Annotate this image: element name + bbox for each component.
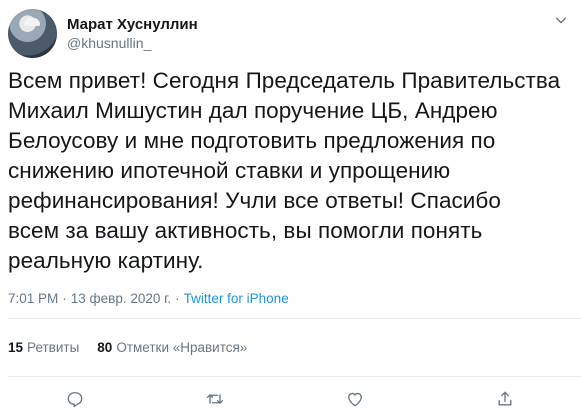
- retweets-count: 15: [8, 340, 24, 355]
- retweet-button[interactable]: [200, 384, 230, 414]
- divider: [8, 376, 581, 377]
- retweet-icon: [206, 394, 224, 404]
- avatar[interactable]: [8, 8, 57, 58]
- retweets-stat[interactable]: 15 Ретвиты: [8, 339, 79, 357]
- chevron-down-icon[interactable]: [553, 12, 569, 28]
- divider: [8, 318, 581, 319]
- likes-stat[interactable]: 80 Отметки «Нравится»: [97, 339, 247, 357]
- tweet-text: Всем привет! Сегодня Председатель Правит…: [8, 68, 561, 273]
- tweet-actions: [0, 384, 581, 414]
- author-handle[interactable]: @khusnullin_: [67, 34, 198, 52]
- author-display-name[interactable]: Марат Хуснуллин: [67, 15, 198, 34]
- share-button[interactable]: [490, 384, 520, 414]
- tweet-date[interactable]: 13 февр. 2020 г.: [71, 291, 171, 306]
- meta-separator: ·: [175, 291, 180, 306]
- tweet-source-link[interactable]: Twitter for iPhone: [184, 291, 289, 306]
- tweet-meta: 7:01 PM · 13 февр. 2020 г. · Twitter for iPh…: [8, 290, 289, 308]
- tweet-card: Марат Хуснуллин @khusnullin_ Всем привет…: [0, 0, 581, 419]
- tweet-header: Марат Хуснуллин @khusnullin_: [8, 8, 198, 58]
- likes-count: 80: [97, 340, 113, 355]
- tweet-stats: 15 Ретвиты 80 Отметки «Нравится»: [8, 339, 247, 357]
- reply-button[interactable]: [60, 384, 90, 414]
- share-icon: [498, 391, 512, 406]
- like-button[interactable]: [340, 384, 370, 414]
- likes-label: Отметки «Нравится»: [116, 340, 248, 355]
- retweets-label: Ретвиты: [27, 340, 80, 355]
- author-names: Марат Хуснуллин @khusnullin_: [67, 15, 198, 52]
- tweet-time[interactable]: 7:01 PM: [8, 291, 58, 306]
- meta-separator: ·: [62, 291, 67, 306]
- reply-icon: [67, 392, 83, 408]
- heart-icon: [348, 392, 362, 407]
